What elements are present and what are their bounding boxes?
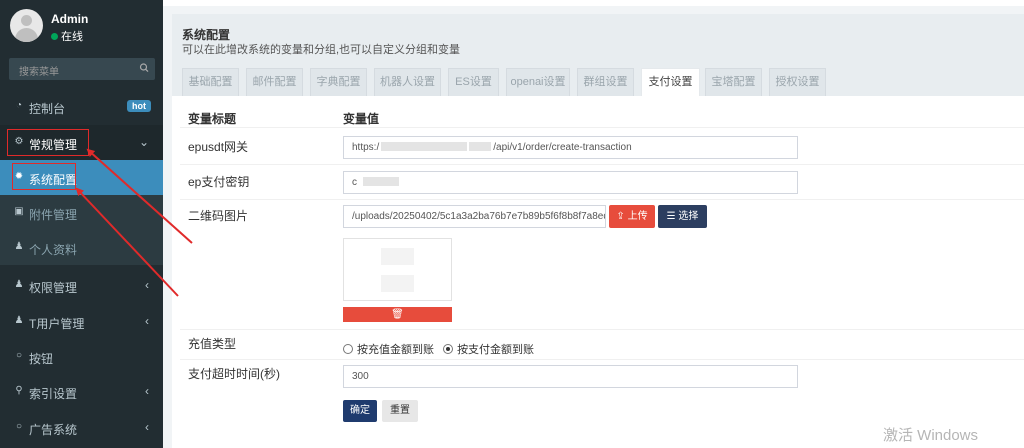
recharge-type-radio-group: 按充值金额到账 按支付金额到账	[343, 341, 534, 357]
tab-mail[interactable]: 邮件配置	[246, 68, 303, 96]
online-dot-icon	[51, 33, 58, 40]
sidebar-item-ad-system[interactable]: ○ 广告系统 ‹	[0, 410, 163, 445]
qrcode-path-input[interactable]: /uploads/20250402/5c1a3a2ba76b7e7b89b5f6…	[343, 205, 606, 228]
annotation-box-system-config	[12, 163, 76, 190]
trash-icon: 🗑	[391, 309, 404, 320]
sidebar: Admin 在线 搜索菜单 ◔ 控制台 hot ⚙ 常规管理 ⌄ ✹ 系统配置 …	[0, 0, 163, 448]
redacted-mask	[469, 142, 492, 151]
sidebar-search-input[interactable]: 搜索菜单	[9, 58, 155, 80]
hot-badge: hot	[127, 100, 151, 112]
user-icon: ♟	[14, 315, 24, 326]
column-header-value: 变量值	[343, 112, 380, 126]
sidebar-item-permission[interactable]: ♟ 权限管理 ‹	[0, 268, 163, 303]
top-tab-strip	[163, 0, 1024, 6]
epusdt-gateway-input[interactable]: https://api/v1/order/create-transaction	[343, 136, 798, 159]
sidebar-item-index-settings[interactable]: ⚲ 索引设置 ‹	[0, 374, 163, 409]
redacted-mask	[381, 142, 468, 151]
annotation-box-general	[7, 129, 89, 156]
divider	[180, 199, 1024, 200]
chevron-down-icon: ⌄	[138, 135, 149, 149]
sidebar-item-attachment[interactable]: ▣ 附件管理	[0, 195, 163, 230]
chevron-left-icon: ‹	[145, 278, 149, 292]
chevron-left-icon: ‹	[145, 384, 149, 398]
config-panel: 系统配置 可以在此增改系统的变量和分组,也可以自定义分组和变量 基础配置 邮件配…	[172, 14, 1024, 448]
sidebar-item-t-user[interactable]: ♟ T用户管理 ‹	[0, 304, 163, 339]
divider	[180, 164, 1024, 165]
choose-button[interactable]: ☰ 选择	[658, 205, 707, 228]
radio-by-recharge-amount[interactable]: 按充值金额到账	[343, 344, 434, 356]
divider	[180, 329, 1024, 330]
admin-app: Admin 在线 搜索菜单 ◔ 控制台 hot ⚙ 常规管理 ⌄ ✹ 系统配置 …	[0, 0, 1024, 448]
column-header-title: 变量标题	[188, 112, 237, 126]
user-icon: ♟	[14, 241, 24, 252]
radio-by-payment-amount[interactable]: 按支付金额到账	[443, 344, 534, 356]
sidebar-item-profile[interactable]: ♟ 个人资料	[0, 230, 163, 265]
tab-baota[interactable]: 宝塔配置	[705, 68, 762, 96]
page-subtitle: 可以在此增改系统的变量和分组,也可以自定义分组和变量	[182, 44, 461, 56]
tab-openai[interactable]: openai设置	[506, 68, 570, 96]
search-icon[interactable]	[139, 62, 149, 74]
user-name: Admin	[51, 12, 89, 26]
upload-icon: ⇪	[616, 211, 628, 222]
tab-group[interactable]: 群组设置	[577, 68, 634, 96]
qrcode-preview-image	[343, 238, 452, 301]
confirm-button[interactable]: 确定	[343, 400, 377, 422]
pay-timeout-input[interactable]: 300	[343, 365, 798, 388]
tab-robot[interactable]: 机器人设置	[374, 68, 441, 96]
field-label-pay-timeout: 支付超时时间(秒)	[188, 367, 280, 381]
field-label-epusdt-gateway: epusdt网关	[188, 140, 249, 154]
circle-icon: ○	[15, 421, 23, 432]
panel-header: 系统配置 可以在此增改系统的变量和分组,也可以自定义分组和变量 基础配置 邮件配…	[172, 14, 1024, 96]
sidebar-item-button[interactable]: ○ 按钮	[0, 339, 163, 374]
list-icon: ☰	[666, 211, 679, 222]
group-icon: ♟	[14, 279, 24, 290]
circle-icon: ○	[15, 350, 23, 361]
user-panel: Admin 在线	[0, 0, 163, 52]
field-label-ep-secret: ep支付密钥	[188, 175, 250, 189]
upload-button[interactable]: ⇪ 上传	[609, 205, 655, 228]
divider	[180, 127, 1024, 128]
tab-es[interactable]: ES设置	[448, 68, 499, 96]
field-label-qrcode: 二维码图片	[188, 209, 249, 223]
tab-dictionary[interactable]: 字典配置	[310, 68, 367, 96]
user-status: 在线	[51, 28, 83, 44]
windows-activation-watermark: 激活 Windows	[883, 427, 979, 444]
reset-button[interactable]: 重置	[382, 400, 418, 422]
dashboard-icon: ◔	[15, 100, 23, 111]
redacted-mask	[363, 177, 399, 186]
chevron-left-icon: ‹	[145, 420, 149, 434]
ep-secret-input[interactable]: c	[343, 171, 798, 194]
delete-image-button[interactable]: 🗑	[343, 307, 452, 322]
avatar	[10, 9, 43, 42]
tab-license[interactable]: 授权设置	[769, 68, 826, 96]
tab-payment[interactable]: 支付设置	[641, 68, 700, 96]
image-icon: ▣	[14, 206, 24, 217]
search-icon: ⚲	[15, 385, 23, 396]
chevron-left-icon: ‹	[145, 314, 149, 328]
divider	[180, 359, 1024, 360]
sidebar-item-dashboard[interactable]: ◔ 控制台 hot	[0, 89, 163, 124]
search-placeholder: 搜索菜单	[19, 67, 59, 78]
field-label-recharge-type: 充值类型	[188, 337, 237, 351]
tab-basic[interactable]: 基础配置	[182, 68, 239, 96]
